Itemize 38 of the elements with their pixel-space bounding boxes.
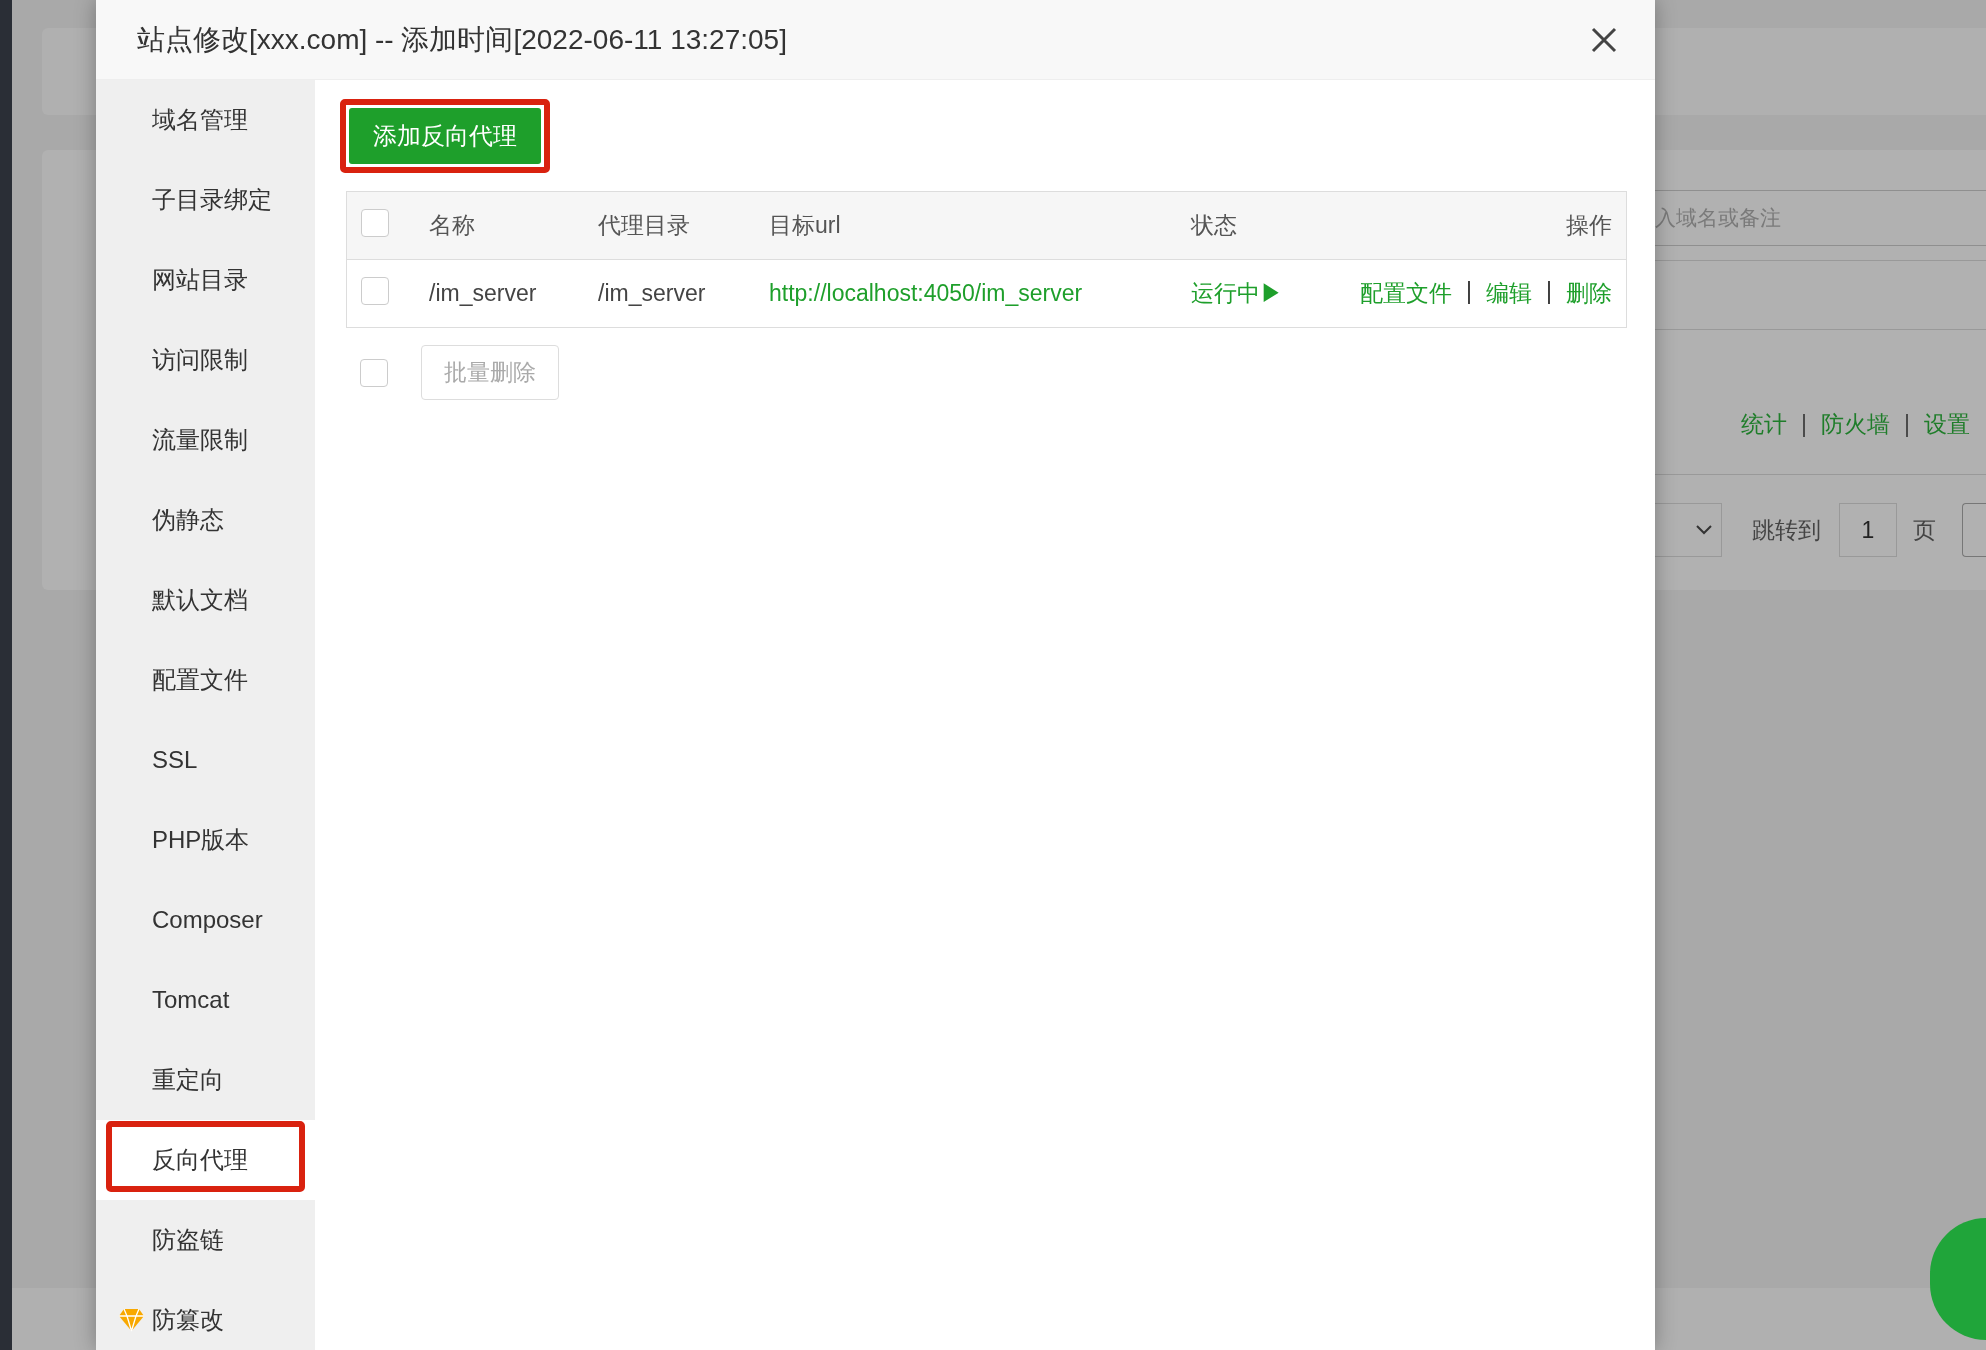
separator: | xyxy=(1801,411,1807,438)
table-cell-text: /im_server xyxy=(429,280,538,307)
sidebar-item[interactable]: 反向代理 xyxy=(96,1120,315,1200)
goto-label: 跳转到 xyxy=(1752,515,1821,545)
sidebar-item[interactable]: 网站目录 xyxy=(96,240,315,320)
checkbox[interactable] xyxy=(361,276,389,305)
sidebar-item[interactable]: 子目录绑定 xyxy=(96,160,315,240)
sidebar-item[interactable]: 流量限制 xyxy=(96,400,315,480)
column-header: 操作 xyxy=(1565,211,1613,240)
close-icon[interactable] xyxy=(1591,26,1617,53)
separator: | xyxy=(1466,278,1472,306)
sidebar-item[interactable]: 访问限制 xyxy=(96,320,315,400)
checkbox[interactable] xyxy=(361,208,389,237)
separator: | xyxy=(1546,278,1552,306)
confirm-button[interactable] xyxy=(1962,503,1986,557)
column-header: 目标url xyxy=(769,211,842,240)
sidebar-item[interactable]: 默认文档 xyxy=(96,560,315,640)
sidebar-item[interactable]: 域名管理 xyxy=(96,80,315,160)
sidebar-item[interactable]: 伪静态 xyxy=(96,480,315,560)
column-header: 状态 xyxy=(1191,211,1238,240)
column-header: 代理目录 xyxy=(598,211,691,240)
sidebar-item[interactable]: 防篡改 xyxy=(96,1280,315,1350)
page-input[interactable]: 1 xyxy=(1839,503,1897,557)
chevron-down-icon xyxy=(1695,524,1713,536)
separator: | xyxy=(1904,411,1910,438)
page-unit: 页 xyxy=(1913,515,1936,545)
column-header: 名称 xyxy=(429,211,476,240)
sidebar-item[interactable]: 配置文件 xyxy=(96,640,315,720)
sidebar-item[interactable]: SSL xyxy=(96,720,315,800)
sidebar-item[interactable]: 重定向 xyxy=(96,1040,315,1120)
dialog-title: 站点修改[xxx.com] -- 添加时间[2022-06-11 13:27:05] xyxy=(137,22,787,57)
table-cell-text: /im_server xyxy=(598,280,707,307)
diamond-icon xyxy=(118,1308,145,1332)
sidebar-item[interactable]: PHP版本 xyxy=(96,800,315,880)
action-link[interactable]: 删除 xyxy=(1566,278,1612,309)
sidebar-item[interactable]: Tomcat xyxy=(96,960,315,1040)
sidebar-item[interactable]: 防盗链 xyxy=(96,1200,315,1280)
sidebar-item[interactable]: Composer xyxy=(96,880,315,960)
